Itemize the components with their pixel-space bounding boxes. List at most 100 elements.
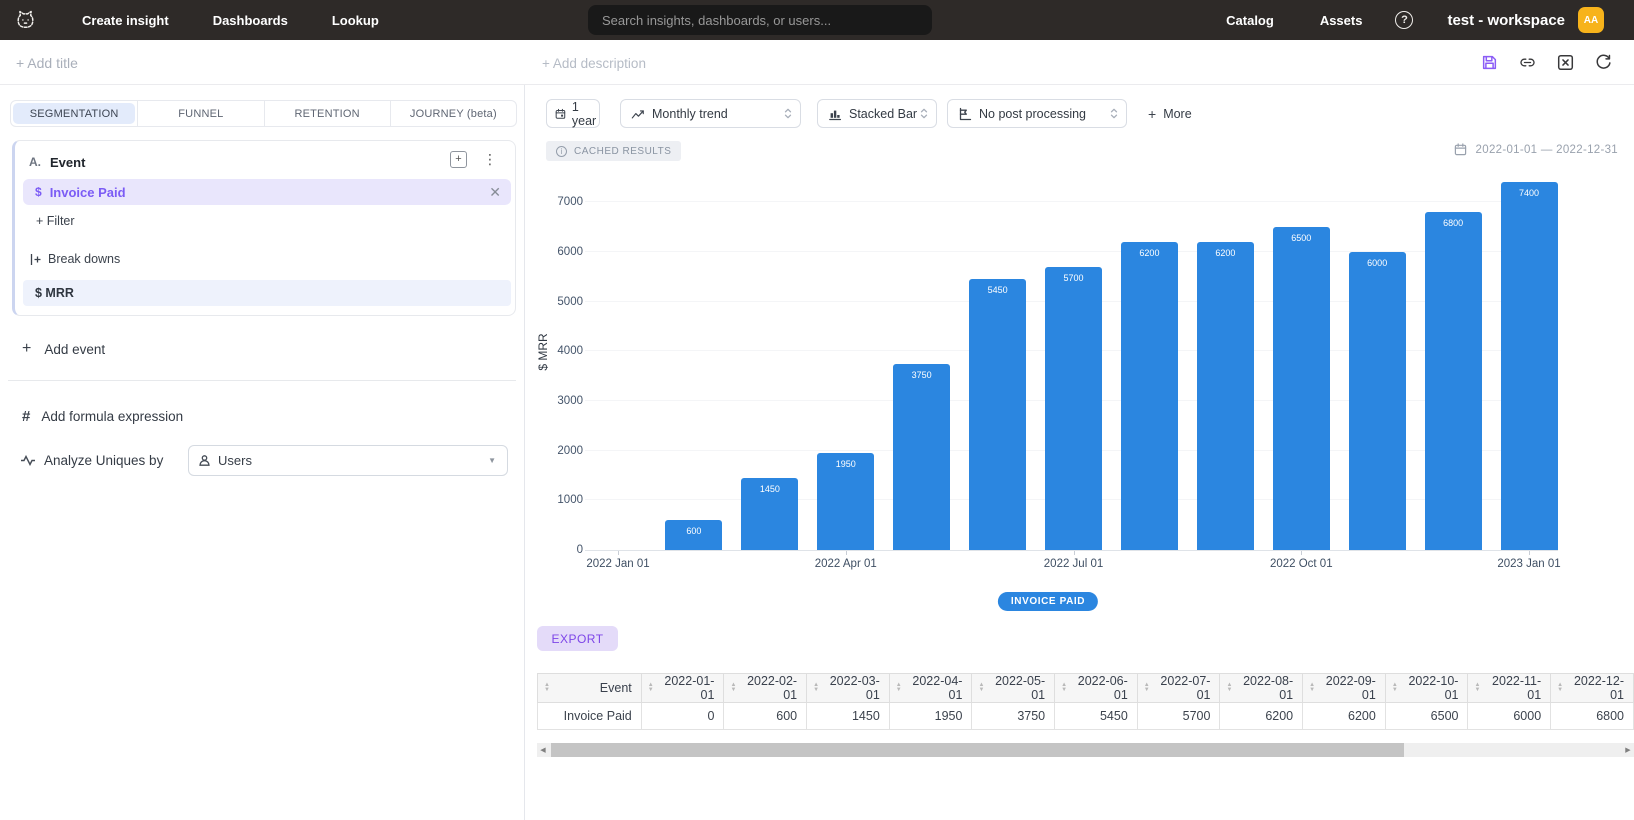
link-icon[interactable] [1519, 54, 1536, 71]
add-description-field[interactable]: + Add description [542, 56, 646, 71]
tab-journey-beta[interactable]: JOURNEY (beta) [390, 101, 516, 126]
bar-value-label: 6800 [1425, 218, 1482, 228]
sort-icon[interactable]: ▲▼ [1061, 683, 1067, 693]
sort-icon[interactable]: ▲▼ [1474, 683, 1480, 693]
save-icon[interactable] [1481, 54, 1498, 71]
table-cell: 6200 [1303, 703, 1386, 730]
add-event-button[interactable]: + Add event [22, 340, 105, 358]
column-header-2022-11-01[interactable]: ▲▼2022-11-01 [1468, 674, 1551, 703]
table-cell: 1950 [889, 703, 972, 730]
sort-icon[interactable]: ▲▼ [1309, 683, 1315, 693]
refresh-icon[interactable] [1595, 54, 1612, 71]
person-icon [198, 454, 211, 467]
avatar[interactable]: AA [1578, 7, 1604, 33]
table-cell: 5450 [1055, 703, 1138, 730]
bar-2022-03-01[interactable]: 1450 [741, 478, 798, 550]
event-type-symbol: $ [35, 185, 42, 199]
top-right-group: Catalog Assets ? test - workspace AA [1226, 0, 1604, 40]
sort-icon[interactable]: ▲▼ [544, 683, 550, 693]
duplicate-event-icon[interactable]: + [450, 151, 467, 168]
breakdowns-button[interactable]: Break downs [30, 252, 120, 266]
legend-invoice-paid[interactable]: INVOICE PAID [998, 592, 1098, 611]
chart-type-select[interactable]: Stacked Bar [817, 99, 937, 128]
workspace-name[interactable]: test - workspace [1447, 12, 1565, 29]
export-button[interactable]: EXPORT [537, 626, 618, 651]
horizontal-scrollbar[interactable]: ◀ ▶ [537, 743, 1634, 757]
column-header-2022-06-01[interactable]: ▲▼2022-06-01 [1055, 674, 1138, 703]
x-tick-label: 2022 Apr 01 [801, 558, 891, 570]
scrollbar-thumb[interactable] [551, 743, 1404, 757]
sort-icon[interactable]: ▲▼ [896, 683, 902, 693]
trend-mode-select[interactable]: Monthly trend [620, 99, 801, 128]
tab-segmentation[interactable]: SEGMENTATION [13, 103, 135, 124]
sort-icon[interactable]: ▲▼ [648, 683, 654, 693]
table-cell: 6000 [1468, 703, 1551, 730]
bar-2022-10-01[interactable]: 6500 [1273, 227, 1330, 550]
more-options-button[interactable]: + More [1148, 106, 1192, 122]
selected-event-row[interactable]: $ Invoice Paid ✕ [23, 179, 511, 205]
breakdowns-label: Break downs [48, 252, 120, 266]
column-header-2022-09-01[interactable]: ▲▼2022-09-01 [1303, 674, 1386, 703]
search-input[interactable] [588, 5, 932, 35]
event-menu-icon[interactable]: ⋮ [483, 151, 497, 168]
nav-create-insight[interactable]: Create insight [82, 13, 169, 28]
date-range-display[interactable]: 2022-01-01 — 2022-12-31 [1454, 143, 1618, 156]
bar-2022-07-01[interactable]: 5700 [1045, 267, 1102, 550]
scroll-left-icon[interactable]: ◀ [537, 743, 549, 757]
column-header-label: 2022-07-01 [1154, 674, 1211, 702]
column-header-2022-02-01[interactable]: ▲▼2022-02-01 [724, 674, 807, 703]
bar-value-label: 6000 [1349, 258, 1406, 268]
select-chevrons-icon [784, 107, 792, 120]
column-header-2022-08-01[interactable]: ▲▼2022-08-01 [1220, 674, 1303, 703]
select-chevrons-icon [1110, 107, 1118, 120]
x-square-icon[interactable] [1557, 54, 1574, 71]
gridline [585, 201, 1558, 202]
column-header-2022-12-01[interactable]: ▲▼2022-12-01 [1551, 674, 1634, 703]
add-title-field[interactable]: + Add title [16, 55, 78, 71]
add-formula-button[interactable]: # Add formula expression [22, 408, 183, 425]
sort-icon[interactable]: ▲▼ [1144, 683, 1150, 693]
add-filter-button[interactable]: + Filter [36, 214, 75, 228]
column-header-label: Event [554, 681, 632, 695]
nav-catalog[interactable]: Catalog [1226, 13, 1274, 28]
nav-dashboards[interactable]: Dashboards [213, 13, 288, 28]
column-header-event[interactable]: ▲▼ Event [538, 674, 642, 703]
column-header-2022-10-01[interactable]: ▲▼2022-10-01 [1385, 674, 1468, 703]
remove-event-icon[interactable]: ✕ [489, 184, 501, 201]
bar-2022-12-01[interactable]: 6800 [1425, 212, 1482, 550]
sort-icon[interactable]: ▲▼ [1557, 683, 1563, 693]
bar-2022-02-01[interactable]: 600 [665, 520, 722, 550]
nav-lookup[interactable]: Lookup [332, 13, 379, 28]
sort-icon[interactable]: ▲▼ [730, 683, 736, 693]
column-header-2022-05-01[interactable]: ▲▼2022-05-01 [972, 674, 1055, 703]
tab-retention[interactable]: RETENTION [264, 101, 390, 126]
bar-2022-04-01[interactable]: 1950 [817, 453, 874, 550]
info-icon: i [556, 146, 567, 157]
date-preset-label: 1 year [572, 100, 599, 128]
chevron-down-icon: ▼ [488, 456, 496, 465]
help-icon[interactable]: ? [1395, 11, 1413, 29]
column-header-2022-07-01[interactable]: ▲▼ 2022-07-01 [1137, 674, 1220, 703]
scroll-right-icon[interactable]: ▶ [1622, 743, 1634, 757]
bar-2023-01-01[interactable]: 7400 [1501, 182, 1558, 550]
column-header-2022-03-01[interactable]: ▲▼2022-03-01 [807, 674, 890, 703]
bar-2022-05-01[interactable]: 3750 [893, 364, 950, 550]
nav-assets[interactable]: Assets [1320, 13, 1363, 28]
column-header-2022-04-01[interactable]: ▲▼2022-04-01 [889, 674, 972, 703]
bar-2022-11-01[interactable]: 6000 [1349, 252, 1406, 550]
column-header-2022-01-01[interactable]: ▲▼2022-01-01 [641, 674, 724, 703]
bar-2022-09-01[interactable]: 6200 [1197, 242, 1254, 550]
sort-icon[interactable]: ▲▼ [1226, 683, 1232, 693]
table-cell: 600 [724, 703, 807, 730]
date-preset-button[interactable]: 1 year [546, 99, 600, 128]
sort-icon[interactable]: ▲▼ [813, 683, 819, 693]
breakdown-value-row[interactable]: $ MRR [23, 280, 511, 306]
cat-logo-icon[interactable] [13, 8, 38, 33]
bar-2022-08-01[interactable]: 6200 [1121, 242, 1178, 550]
sort-icon[interactable]: ▲▼ [1392, 683, 1398, 693]
tab-funnel[interactable]: FUNNEL [137, 101, 263, 126]
post-processing-select[interactable]: No post processing [947, 99, 1127, 128]
sort-icon[interactable]: ▲▼ [978, 683, 984, 693]
bar-2022-06-01[interactable]: 5450 [969, 279, 1026, 550]
uniques-entity-select[interactable]: Users ▼ [188, 445, 508, 476]
